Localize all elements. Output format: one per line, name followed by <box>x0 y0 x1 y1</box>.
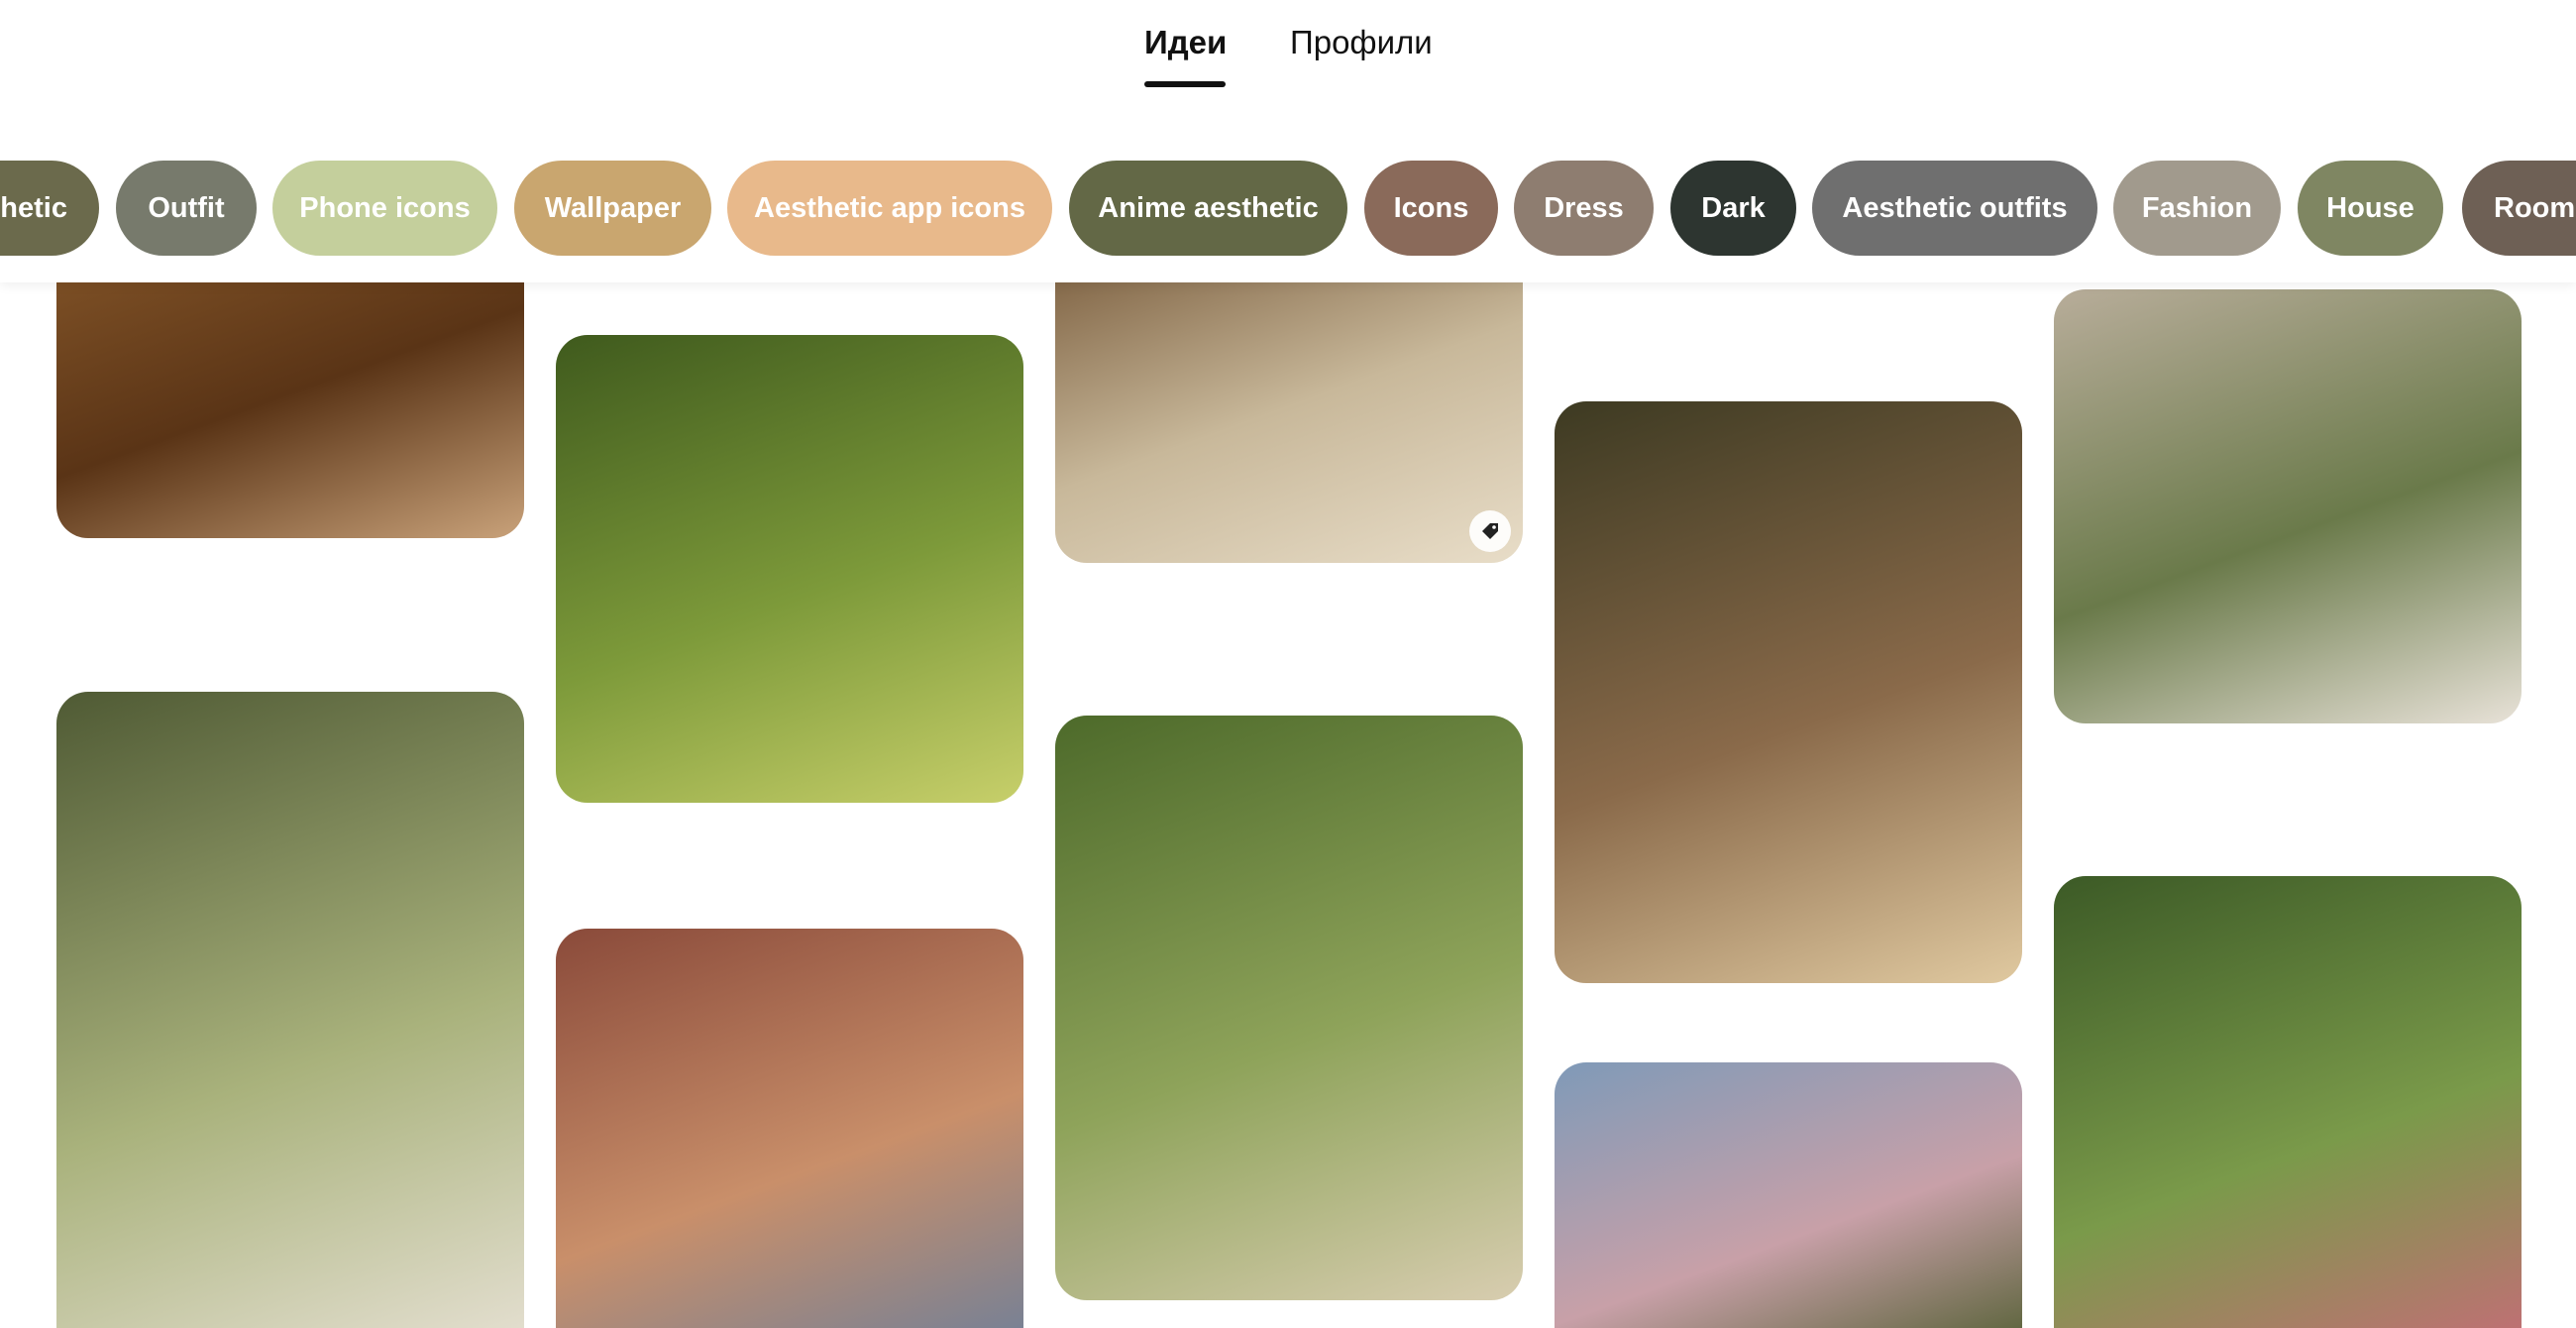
shopping-tag-icon[interactable] <box>1469 510 1511 552</box>
chip-anime-aesthetic[interactable]: Anime aesthetic <box>1069 161 1347 256</box>
tab-ideas-underline <box>1144 81 1226 87</box>
chip-phone-icons[interactable]: Phone icons <box>272 161 497 256</box>
chip-house[interactable]: House <box>2298 161 2443 256</box>
top-bar: Идеи Профили Aesthetic Outfit Phone icon… <box>0 0 2576 282</box>
chip-label: Outfit <box>148 191 225 224</box>
chip-dress[interactable]: Dress <box>1514 161 1654 256</box>
pin-white-cat-meadow[interactable] <box>56 692 524 1328</box>
chip-label: Dress <box>1544 191 1624 224</box>
pin-open-window-desk[interactable] <box>1055 716 1523 1300</box>
pin-sky-trees[interactable] <box>1555 1062 2022 1328</box>
search-tabs: Идеи Профили <box>0 0 2576 109</box>
chip-label: House <box>2326 191 2415 224</box>
tab-profiles[interactable]: Профили <box>1290 24 1433 61</box>
pin-window-kitchen-cats[interactable] <box>2054 289 2522 723</box>
chip-outfit[interactable]: Outfit <box>116 161 257 256</box>
chip-dark[interactable]: Dark <box>1670 161 1796 256</box>
tab-ideas[interactable]: Идеи <box>1144 24 1227 61</box>
chip-label: Anime aesthetic <box>1098 191 1319 224</box>
pin-fairytale-cottage-garden[interactable] <box>2054 876 2522 1328</box>
chip-fashion[interactable]: Fashion <box>2113 161 2281 256</box>
pin-picnic-hat-flowers[interactable] <box>556 929 1023 1328</box>
chip-aesthetic-outfits[interactable]: Aesthetic outfits <box>1812 161 2097 256</box>
chip-label: Wallpaper <box>544 191 682 224</box>
chip-label: Dark <box>1701 191 1766 224</box>
chip-label: Phone icons <box>299 191 471 224</box>
suggestion-chips: Aesthetic Outfit Phone icons Wallpaper A… <box>0 161 2576 258</box>
chip-room[interactable]: Room <box>2462 161 2576 256</box>
chip-label: Aesthetic outfits <box>1842 191 2068 224</box>
chip-label: Aesthetic <box>0 191 67 224</box>
pin-dandelion-meadow[interactable] <box>556 335 1023 803</box>
chip-icons[interactable]: Icons <box>1364 161 1498 256</box>
pin-cozy-plant-room[interactable] <box>1555 401 2022 983</box>
chip-label: Fashion <box>2141 191 2253 224</box>
chip-aesthetic-app-icons[interactable]: Aesthetic app icons <box>727 161 1052 256</box>
chip-label: Icons <box>1393 191 1469 224</box>
chip-label: Room <box>2494 191 2576 224</box>
chip-wallpaper[interactable]: Wallpaper <box>514 161 711 256</box>
chip-aesthetic[interactable]: Aesthetic <box>0 161 99 256</box>
chip-label: Aesthetic app icons <box>754 191 1025 224</box>
